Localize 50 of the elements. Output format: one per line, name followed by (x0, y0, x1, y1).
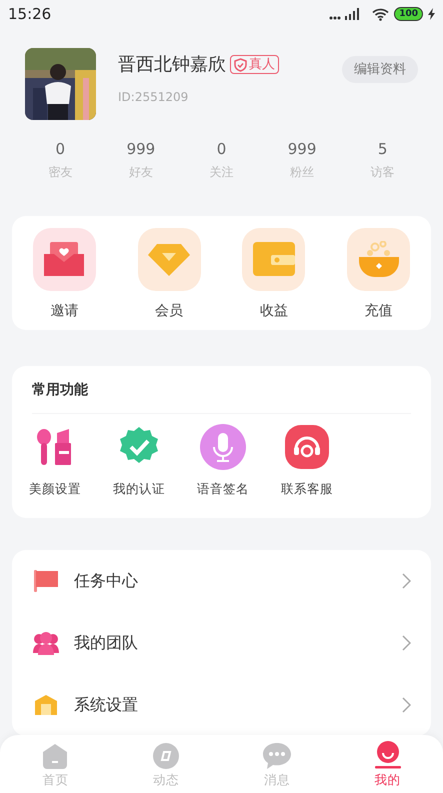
people-icon (33, 631, 59, 656)
edit-profile-button[interactable]: 编辑资料 (342, 56, 418, 83)
function-label[interactable]: 我的认证 (113, 480, 165, 498)
section-title: 常用功能 (32, 380, 411, 414)
menu-label[interactable]: 任务中心 (74, 569, 402, 594)
smile-icon (374, 741, 401, 770)
menu-item[interactable]: 系统设置 (32, 674, 411, 736)
action-label[interactable]: 会员 (155, 300, 184, 322)
chat-icon (262, 743, 291, 770)
wifi-icon (372, 8, 390, 20)
menu-label[interactable]: 我的团队 (74, 631, 402, 656)
home-icon (42, 743, 68, 770)
house-icon (35, 695, 57, 716)
action-tile[interactable] (242, 228, 306, 290)
stat-value[interactable]: 999 (288, 138, 316, 160)
user-name: 晋西北钟嘉欣 (118, 53, 226, 77)
action-tile[interactable] (138, 228, 201, 290)
user-id: ID:2551209 (118, 89, 190, 106)
menu-label[interactable]: 系统设置 (74, 693, 402, 718)
envelope-icon (44, 240, 84, 278)
shield-icon (234, 58, 247, 72)
coin-bowl-icon (358, 241, 399, 277)
action-tile[interactable] (32, 228, 96, 290)
tab[interactable]: 我的 (332, 735, 443, 793)
action-tile[interactable] (347, 228, 410, 290)
compass-icon (153, 743, 180, 770)
verified-badge: 真人 (230, 55, 279, 74)
charging-icon (428, 8, 435, 20)
wallet-icon (252, 242, 295, 276)
flag-icon (34, 570, 58, 592)
menu-item[interactable]: 我的团队 (32, 612, 411, 674)
status-time: 15:26 (8, 4, 52, 25)
chevron-icon (402, 635, 411, 652)
stat-value[interactable]: 999 (126, 138, 156, 160)
function-label[interactable]: 联系客服 (281, 480, 333, 498)
diamond-icon (148, 242, 190, 276)
action-label[interactable]: 收益 (260, 300, 288, 322)
battery-level: 100 (394, 7, 423, 21)
function-label[interactable]: 美颜设置 (29, 480, 81, 498)
action-label[interactable]: 邀请 (50, 300, 78, 322)
stat-value[interactable]: 5 (378, 138, 388, 160)
menu-item[interactable]: 任务中心 (32, 550, 411, 612)
action-label[interactable]: 充值 (364, 300, 393, 322)
microphone-icon (200, 424, 246, 470)
headset-icon (285, 424, 329, 468)
chevron-icon (402, 573, 411, 590)
function-label[interactable]: 语音签名 (197, 480, 249, 498)
chevron-icon (402, 697, 411, 714)
stat-value[interactable]: 0 (56, 138, 66, 160)
stat-value[interactable]: 0 (216, 138, 226, 160)
